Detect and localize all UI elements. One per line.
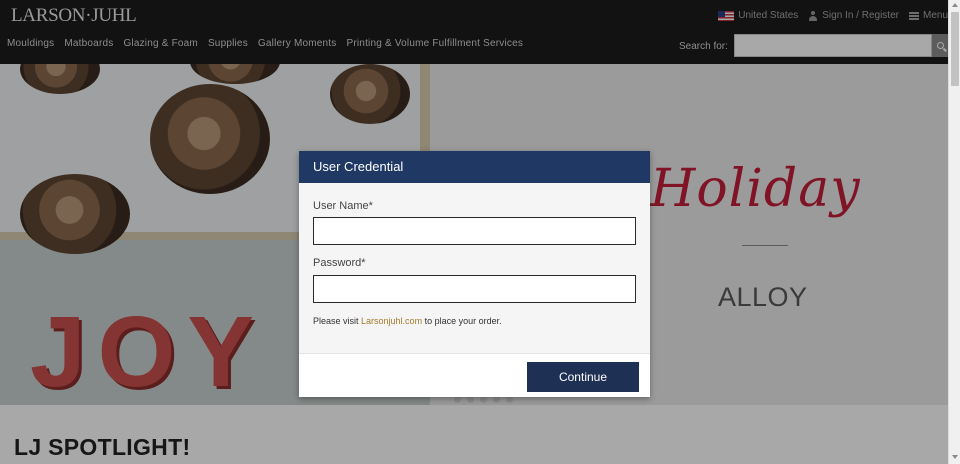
dialog-footer: Continue xyxy=(299,354,650,397)
continue-button[interactable]: Continue xyxy=(527,362,639,392)
note-suffix: to place your order. xyxy=(422,316,502,326)
scroll-down-arrow-icon[interactable] xyxy=(952,455,958,459)
order-note: Please visit Larsonjuhl.com to place you… xyxy=(313,316,502,326)
note-prefix: Please visit xyxy=(313,316,362,326)
username-label: User Name* xyxy=(313,200,373,212)
user-credential-dialog: User Credential User Name* Password* Ple… xyxy=(299,151,650,397)
dialog-body: User Name* Password* Please visit Larson… xyxy=(299,183,650,354)
scroll-up-arrow-icon[interactable] xyxy=(952,3,958,7)
password-field[interactable] xyxy=(313,275,636,303)
dialog-header: User Credential xyxy=(299,151,650,183)
password-label: Password* xyxy=(313,257,366,269)
page-scrollbar[interactable] xyxy=(948,0,960,464)
larsonjuhl-link[interactable]: Larsonjuhl.com xyxy=(361,316,422,326)
dialog-title: User Credential xyxy=(313,159,404,174)
scroll-thumb[interactable] xyxy=(951,12,959,86)
username-field[interactable] xyxy=(313,217,636,245)
